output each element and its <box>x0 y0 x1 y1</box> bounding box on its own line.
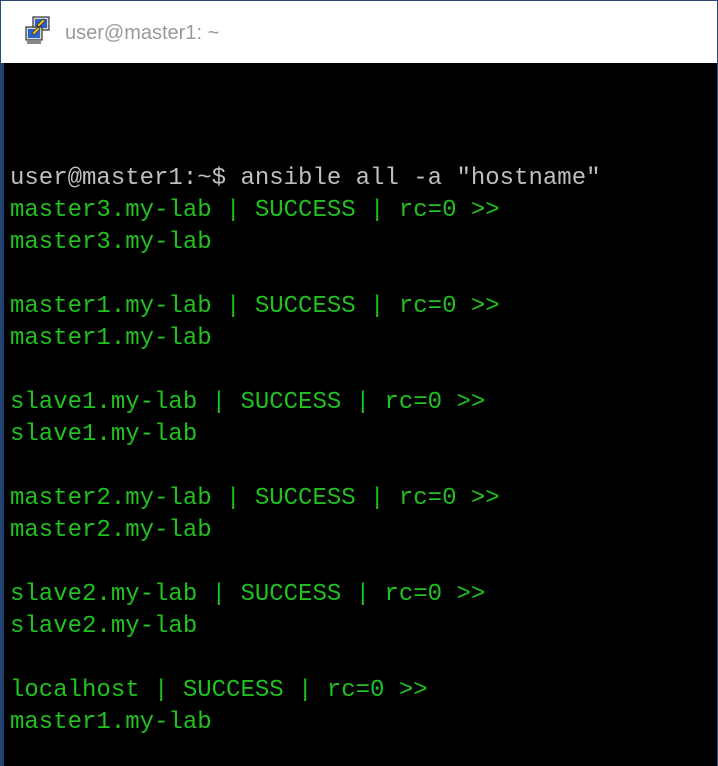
output-line: slave1.my-lab | SUCCESS | rc=0 >> <box>10 389 486 416</box>
output-line: master1.my-lab | SUCCESS | rc=0 >> <box>10 293 500 320</box>
output-line: slave2.my-lab | SUCCESS | rc=0 >> <box>10 581 486 608</box>
command-line: user@master1:~$ ansible all -a "hostname… <box>10 165 601 192</box>
output-line: master1.my-lab <box>10 709 212 736</box>
terminal-output: user@master1:~$ ansible all -a "hostname… <box>10 67 601 766</box>
output-line: slave1.my-lab <box>10 421 198 448</box>
output-line: localhost | SUCCESS | rc=0 >> <box>10 677 428 704</box>
output-line: master3.my-lab | SUCCESS | rc=0 >> <box>10 197 500 224</box>
putty-icon[interactable] <box>23 15 53 45</box>
terminal-area[interactable]: user@master1:~$ ansible all -a "hostname… <box>1 63 717 766</box>
output-line: master2.my-lab <box>10 517 212 544</box>
window-title: user@master1: ~ <box>65 22 220 44</box>
output-line: master1.my-lab <box>10 325 212 352</box>
output-line: master2.my-lab | SUCCESS | rc=0 >> <box>10 485 500 512</box>
output-line: slave2.my-lab <box>10 613 198 640</box>
title-bar[interactable]: user@master1: ~ <box>1 1 717 63</box>
terminal-window: user@master1: ~ user@master1:~$ ansible … <box>0 0 718 766</box>
output-line: master3.my-lab <box>10 229 212 256</box>
